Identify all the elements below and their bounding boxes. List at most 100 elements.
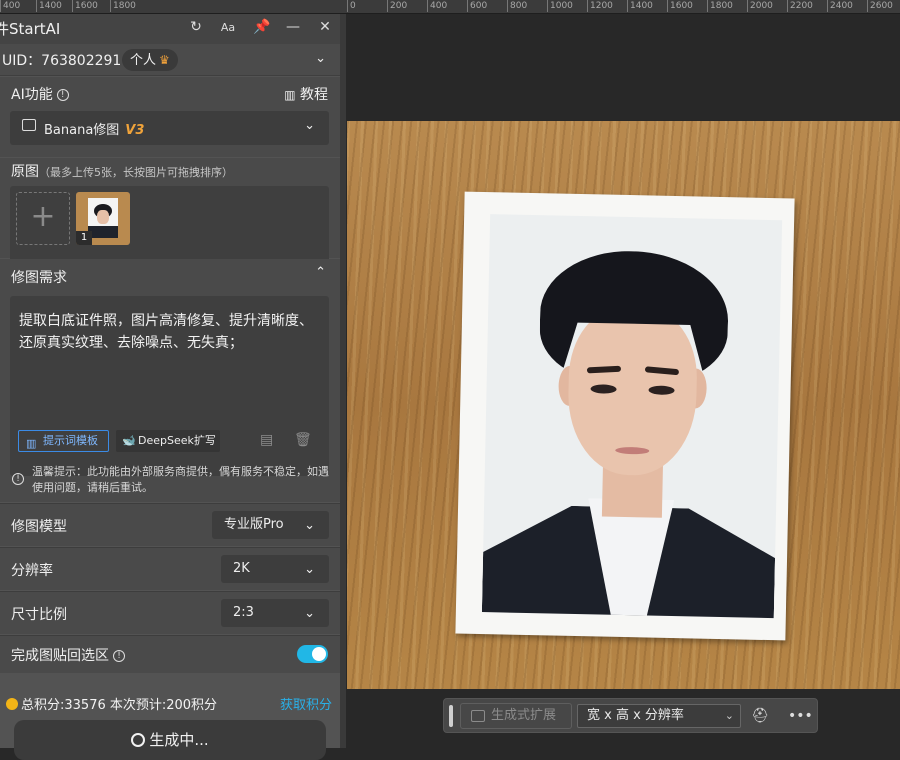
ratio-value: 2:3 [233, 605, 254, 620]
tutorial-link[interactable]: ▥ 教程 [284, 84, 328, 104]
history-icon[interactable]: ▤ [260, 432, 273, 448]
contextual-task-bar: 生成式扩展 宽 x 高 x 分辨率 ⌄ ⛑ ••• [443, 698, 818, 733]
ruler-tick: 1400 [36, 0, 62, 12]
ruler-tick: 0 [347, 0, 356, 12]
drag-handle[interactable] [449, 705, 453, 727]
chevron-up-icon[interactable]: ⌃ [315, 265, 326, 280]
plan-badge-label: 个人 [130, 53, 157, 68]
feature-name: Banana修图 [44, 123, 120, 138]
image-icon [471, 710, 485, 722]
ruler-tick: 2400 [827, 0, 853, 12]
whale-icon: 🐋 [122, 434, 136, 447]
toolbox-icon[interactable]: ⛑ [750, 706, 770, 726]
ai-feature-label: AI功能! [11, 84, 69, 104]
feature-select[interactable]: Banana修图 V3 ⌄ [10, 111, 329, 145]
credits-bar: 总积分:33576 本次预计:200积分 获取积分 [0, 690, 340, 720]
thumbnail-index: 1 [76, 231, 92, 245]
resolution-select[interactable]: 2K ⌄ [221, 555, 329, 583]
chevron-down-icon: ⌄ [304, 118, 315, 133]
ratio-row: 尺寸比例 2:3 ⌄ [0, 591, 340, 634]
book-icon: ▥ [26, 437, 37, 450]
upload-area: + 1 [10, 186, 329, 264]
paste-back-text: 完成图贴回选区 [11, 648, 109, 664]
model-value: 专业版Pro [224, 517, 284, 532]
get-credits-link[interactable]: 获取积分 [280, 694, 332, 713]
size-select[interactable]: 宽 x 高 x 分辨率 ⌄ [577, 704, 741, 728]
account-row: UID：763802291 个人 ♛ ⌄ [0, 44, 340, 76]
trash-icon[interactable]: 🗑 [294, 432, 312, 448]
image-icon [22, 119, 36, 131]
ruler-tick: 1800 [707, 0, 733, 12]
pin-icon[interactable]: 📌 [253, 19, 271, 35]
ruler-tick: 1600 [72, 0, 98, 12]
prompt-textarea[interactable]: 提取白底证件照，图片高清修复、提升清晰度、还原真实纹理、去除噪点、无失真； ▥ 提… [10, 296, 329, 476]
paste-back-toggle[interactable] [297, 645, 328, 663]
ruler-tick: 1000 [547, 0, 573, 12]
source-hint: （最多上传5张，长按图片可拖拽排序） [39, 166, 233, 179]
generative-expand-button[interactable]: 生成式扩展 [460, 703, 572, 729]
refresh-icon[interactable]: ↻ [187, 19, 205, 35]
chevron-down-icon: ⌄ [304, 562, 315, 577]
info-icon: ! [12, 473, 24, 485]
feature-version: V3 [125, 123, 145, 138]
ruler-tick: 2200 [787, 0, 813, 12]
generative-expand-label: 生成式扩展 [491, 708, 557, 723]
font-size-icon[interactable]: Aa [219, 21, 237, 34]
portrait-photo [481, 214, 783, 619]
ruler-tick: 2000 [747, 0, 773, 12]
close-icon[interactable]: ✕ [316, 19, 334, 35]
paste-back-row: 完成图贴回选区! [0, 635, 340, 673]
ruler-tick: 400 [0, 0, 20, 12]
resolution-row: 分辨率 2K ⌄ [0, 547, 340, 590]
resolution-label: 分辨率 [11, 563, 53, 579]
plan-badge[interactable]: 个人 ♛ [122, 49, 178, 71]
more-icon[interactable]: ••• [788, 706, 813, 726]
info-icon[interactable]: ! [113, 650, 125, 662]
resolution-value: 2K [233, 561, 250, 576]
ratio-select[interactable]: 2:3 ⌄ [221, 599, 329, 627]
portrait-eye-right [648, 385, 675, 396]
tutorial-label: 教程 [300, 87, 328, 103]
chevron-down-icon: ⌄ [304, 606, 315, 621]
add-image-button[interactable]: + [16, 192, 70, 245]
prompt-template-button[interactable]: ▥ 提示词模板 [18, 430, 109, 452]
minimize-icon[interactable]: — [284, 19, 302, 35]
ratio-label: 尺寸比例 [11, 607, 67, 623]
ruler-tick: 1400 [627, 0, 653, 12]
generate-button[interactable]: 生成中... [14, 720, 326, 760]
ruler-tick: 200 [387, 0, 407, 12]
chevron-down-icon[interactable]: ⌄ [315, 51, 326, 66]
ruler-tick: 1600 [667, 0, 693, 12]
ruler-tick: 1800 [110, 0, 136, 12]
tip-text: 温馨提示：此功能由外部服务商提供，偶有服务不稳定，如遇使用问题，请稍后重试。 [32, 465, 329, 494]
toggle-knob [312, 647, 326, 661]
panel-title: 件StartAI [0, 20, 61, 38]
edit-req-label: 修图需求 [11, 270, 67, 286]
model-select[interactable]: 专业版Pro ⌄ [212, 511, 329, 539]
deepseek-expand-button[interactable]: 🐋 DeepSeek扩写 [116, 430, 220, 452]
portrait-eye-left [590, 384, 617, 394]
source-label: 原图（最多上传5张，长按图片可拖拽排序） [11, 161, 233, 181]
ruler-tick: 1200 [587, 0, 613, 12]
model-label: 修图模型 [11, 519, 67, 535]
thumbnail-face [97, 210, 109, 224]
paste-back-label: 完成图贴回选区! [11, 645, 125, 665]
ai-feature-text: AI功能 [11, 87, 53, 103]
source-label-text: 原图 [11, 164, 39, 180]
source-thumbnail[interactable]: 1 [76, 192, 130, 245]
crown-icon: ♛ [159, 53, 170, 67]
ruler-tick: 400 [427, 0, 447, 12]
info-icon[interactable]: ! [56, 89, 69, 101]
ruler-tick: 600 [467, 0, 487, 12]
deepseek-label: DeepSeek扩写 [138, 434, 216, 447]
ai-feature-section: AI功能! ▥ 教程 Banana修图 V3 ⌄ [0, 77, 340, 157]
generate-label: 生成中... [149, 731, 209, 749]
panel-header: 件StartAI ↻ Aa 📌 — ✕ [0, 14, 340, 44]
chevron-down-icon: ⌄ [304, 518, 315, 533]
ruler-tick: 2600 [867, 0, 893, 12]
loading-icon [131, 733, 146, 747]
model-row: 修图模型 专业版Pro ⌄ [0, 503, 340, 546]
top-ruler: 4001400160018001200100080060040020002004… [0, 0, 900, 14]
service-tip: ! 温馨提示：此功能由外部服务商提供，偶有服务不稳定，如遇使用问题，请稍后重试。 [12, 464, 330, 496]
ruler-tick: 800 [507, 0, 527, 12]
